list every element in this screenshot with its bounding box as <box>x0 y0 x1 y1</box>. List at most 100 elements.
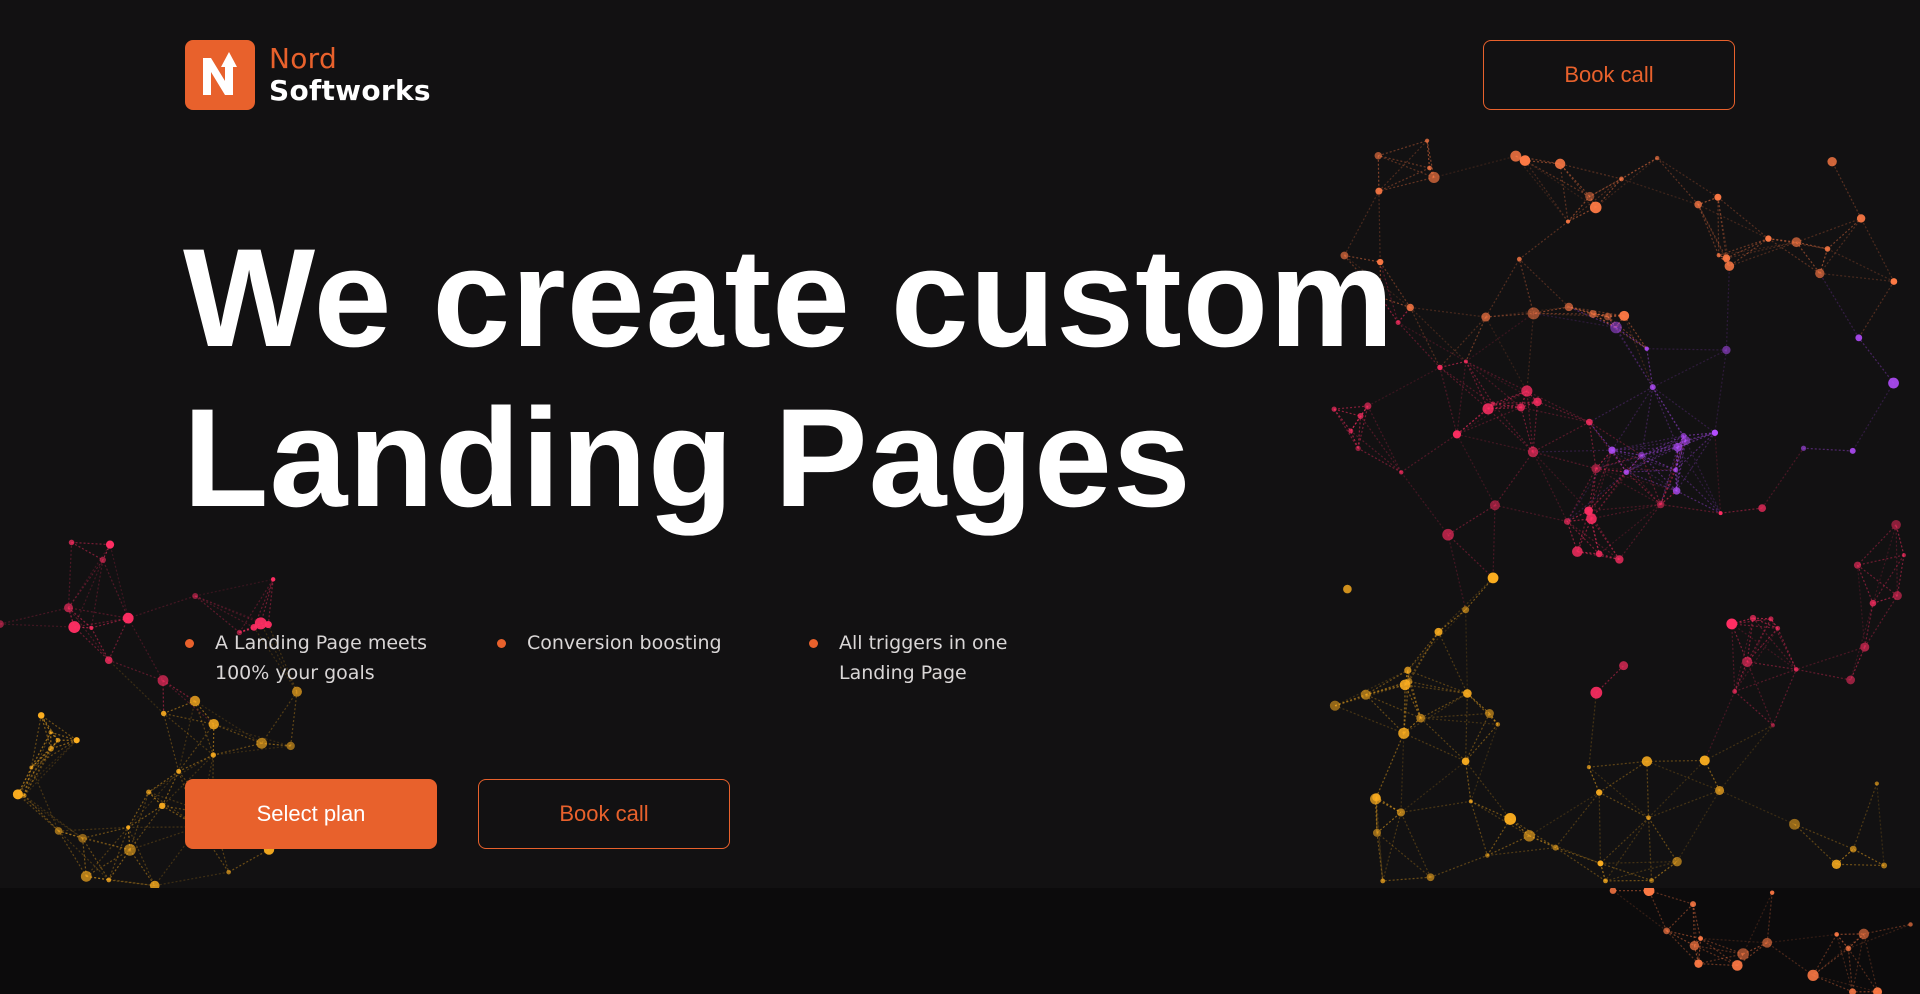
network-node <box>1468 799 1473 804</box>
network-link <box>74 617 129 628</box>
network-node <box>1589 201 1602 214</box>
brand-name-line1: Nord <box>269 42 338 75</box>
network-link <box>85 827 129 877</box>
network-link <box>1646 759 1705 762</box>
network-node <box>1516 256 1522 262</box>
network-node <box>1749 614 1757 622</box>
network-link <box>1656 157 1699 205</box>
hero-headline: We create custom Landing Pages <box>183 218 1395 538</box>
network-node <box>1834 932 1839 937</box>
network-link <box>108 827 129 881</box>
network-link <box>1487 846 1556 857</box>
network-link <box>1588 449 1613 512</box>
network-node <box>1489 500 1500 511</box>
network-node <box>1873 987 1883 994</box>
network-node <box>1807 969 1819 981</box>
network-link <box>1860 218 1895 282</box>
network-node <box>1714 193 1722 201</box>
network-link <box>1850 646 1866 681</box>
network-node <box>1656 500 1665 509</box>
network-link <box>71 541 104 561</box>
network-link <box>1731 623 1736 692</box>
network-link <box>1456 361 1467 435</box>
network-node <box>1827 156 1837 167</box>
headline-line1: We create custom <box>183 219 1395 376</box>
network-link <box>85 849 131 877</box>
network-link <box>1704 724 1774 762</box>
network-node <box>1396 808 1406 817</box>
network-link <box>1528 791 1600 837</box>
network-link <box>0 623 75 628</box>
network-link <box>73 626 110 661</box>
network-node <box>80 870 92 882</box>
network-link <box>1752 617 1797 670</box>
network-node <box>1585 191 1595 202</box>
feature-text: All triggers in one Landing Page <box>839 632 1008 684</box>
network-link <box>1567 196 1591 222</box>
network-link <box>1470 724 1499 802</box>
network-link <box>1465 760 1511 820</box>
network-link <box>23 795 83 839</box>
network-node <box>1856 214 1866 223</box>
network-link <box>1796 668 1851 681</box>
network-node <box>1881 862 1888 869</box>
network-link <box>213 723 291 747</box>
network-node <box>1694 959 1703 968</box>
network-node <box>1769 890 1775 895</box>
network-link <box>40 715 59 741</box>
network-node <box>1461 757 1470 766</box>
network-node <box>1849 845 1857 853</box>
network-link <box>1648 760 1706 819</box>
network-link <box>1734 691 1774 726</box>
network-node <box>1623 469 1630 476</box>
network-node <box>1372 828 1381 837</box>
network-node <box>1481 312 1491 322</box>
network-link <box>1646 760 1720 792</box>
network-node <box>1527 307 1540 320</box>
network-node <box>1504 813 1517 825</box>
header-book-call-button[interactable]: Book call <box>1483 40 1735 110</box>
network-link <box>261 691 298 744</box>
network-link <box>1588 766 1600 793</box>
network-node <box>1726 618 1738 630</box>
network-link <box>1794 823 1854 850</box>
network-link <box>1465 361 1494 405</box>
network-node <box>1619 661 1629 671</box>
network-link <box>108 617 129 661</box>
network-node <box>1485 709 1494 718</box>
network-node <box>1437 364 1443 371</box>
network-graphic-bottom <box>1609 888 1913 994</box>
network-node <box>1758 504 1767 512</box>
network-link <box>1717 196 1769 240</box>
network-node <box>0 620 4 628</box>
network-link <box>68 607 110 661</box>
network-link <box>1666 903 1694 932</box>
network-link <box>1652 349 1727 388</box>
network-node <box>158 802 166 810</box>
network-link <box>1646 348 1727 351</box>
network-link <box>1896 554 1905 596</box>
network-node <box>1552 844 1559 851</box>
network-link <box>1407 631 1439 671</box>
network-node <box>146 789 152 795</box>
network-node <box>1398 727 1410 739</box>
brand-logo[interactable]: Nord Softworks <box>185 40 431 110</box>
network-node <box>1554 158 1566 170</box>
network-link <box>1858 337 1895 384</box>
network-link <box>163 712 214 725</box>
network-link <box>1518 221 1569 260</box>
network-node <box>291 686 302 697</box>
network-node <box>208 719 219 730</box>
network-node <box>1853 561 1862 569</box>
network-link <box>90 627 110 661</box>
network-node <box>1644 346 1649 351</box>
select-plan-button[interactable]: Select plan <box>185 779 437 849</box>
network-link <box>1827 217 1862 250</box>
network-link <box>71 541 111 546</box>
network-link <box>1465 361 1489 410</box>
hero-book-call-button[interactable]: Book call <box>478 779 730 849</box>
network-link <box>154 871 229 887</box>
network-link <box>1589 386 1654 423</box>
network-link <box>1766 892 1773 943</box>
network-link <box>108 659 164 682</box>
